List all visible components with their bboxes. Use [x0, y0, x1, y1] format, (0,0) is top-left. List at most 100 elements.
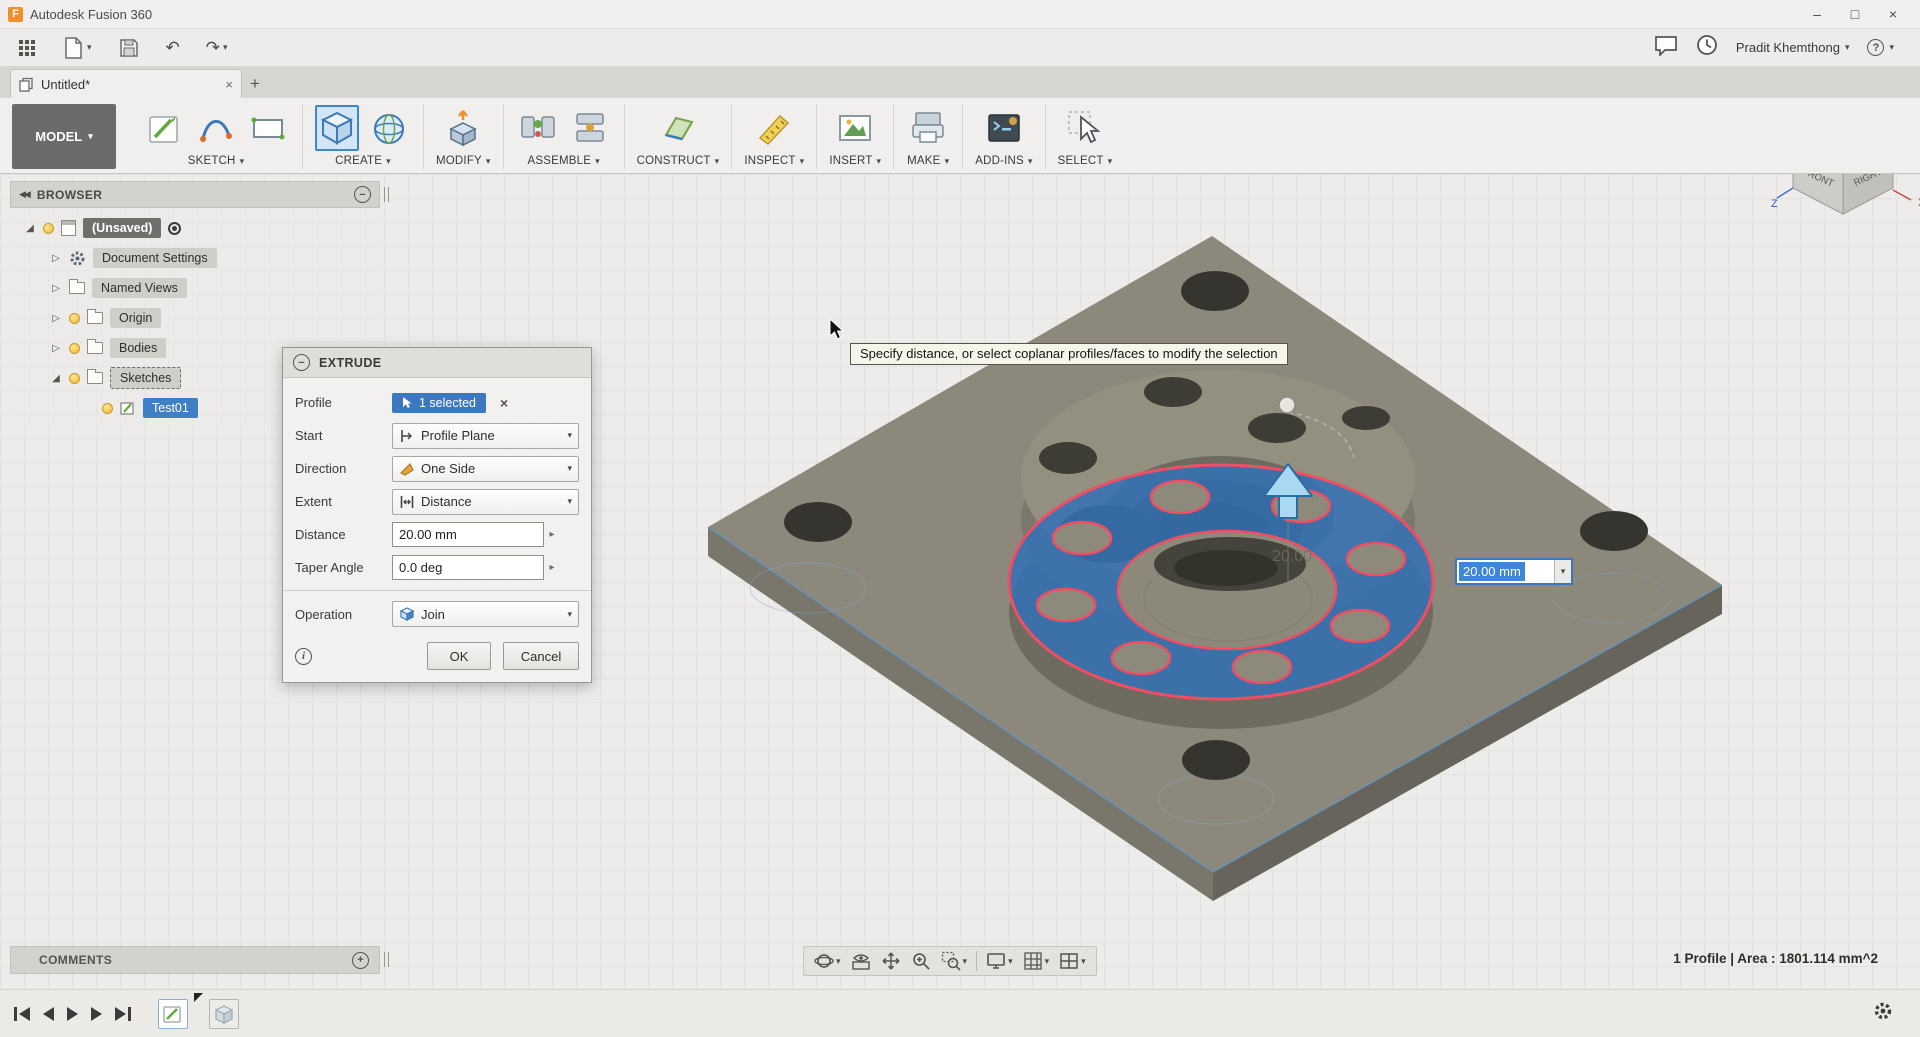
- clear-selection-icon[interactable]: ×: [500, 395, 508, 411]
- tree-label-sketches[interactable]: Sketches: [110, 367, 181, 389]
- insert-canvas-button[interactable]: [833, 105, 877, 151]
- tree-label-bodies[interactable]: Bodies: [110, 338, 166, 358]
- create-menu[interactable]: CREATE▾: [335, 155, 391, 169]
- addins-menu[interactable]: ADD-INS▾: [975, 155, 1032, 169]
- cancel-button[interactable]: Cancel: [503, 642, 579, 670]
- visibility-bulb-icon[interactable]: [69, 343, 80, 354]
- comments-button[interactable]: [1654, 34, 1678, 61]
- go-to-start-button[interactable]: [14, 1007, 30, 1021]
- inspect-menu[interactable]: INSPECT▾: [744, 155, 804, 169]
- orbit-button[interactable]: ▾: [809, 947, 846, 975]
- minimize-button[interactable]: –: [1798, 0, 1836, 28]
- undo-button[interactable]: ↶: [160, 34, 186, 62]
- look-at-button[interactable]: [846, 947, 876, 975]
- timeline-playhead[interactable]: [194, 993, 203, 1002]
- taper-spinner-icon[interactable]: ▸: [544, 562, 560, 573]
- direction-select[interactable]: One Side ▾: [392, 456, 579, 482]
- distance-spinner-icon[interactable]: ▸: [544, 529, 560, 540]
- collapse-panel-icon[interactable]: ◀◀: [19, 189, 29, 200]
- collapse-all-icon[interactable]: −: [354, 186, 371, 203]
- activate-component-icon[interactable]: [168, 222, 181, 235]
- tree-row-named-views[interactable]: ▷ Named Views: [10, 273, 380, 303]
- workspace-selector[interactable]: MODEL▾: [12, 104, 116, 169]
- tree-label-origin[interactable]: Origin: [110, 308, 161, 328]
- tree-label-root[interactable]: (Unsaved): [83, 218, 161, 238]
- insert-menu[interactable]: INSERT▾: [829, 155, 881, 169]
- step-forward-button[interactable]: [91, 1007, 102, 1021]
- visibility-bulb-icon[interactable]: [69, 313, 80, 324]
- browser-header[interactable]: ◀◀ BROWSER −: [10, 181, 380, 208]
- comments-panel[interactable]: COMMENTS +: [10, 946, 380, 974]
- operation-select[interactable]: Join ▾: [392, 601, 579, 627]
- zoom-window-button[interactable]: ▾: [936, 947, 973, 975]
- tree-label-test01[interactable]: Test01: [143, 398, 198, 418]
- joint-button[interactable]: [568, 105, 612, 151]
- step-back-button[interactable]: [43, 1007, 54, 1021]
- tree-label-document-settings[interactable]: Document Settings: [93, 248, 217, 268]
- zoom-button[interactable]: [906, 947, 936, 975]
- display-settings-button[interactable]: ▾: [981, 947, 1018, 975]
- extent-select[interactable]: Distance ▾: [392, 489, 579, 515]
- info-icon[interactable]: i: [295, 648, 312, 665]
- make-button[interactable]: [906, 105, 950, 151]
- visibility-bulb-icon[interactable]: [69, 373, 80, 384]
- browser-resize-grip[interactable]: [384, 187, 389, 202]
- tree-row-document-settings[interactable]: ▷ Document Settings: [10, 243, 380, 273]
- ok-button[interactable]: OK: [427, 642, 491, 670]
- collapsed-triangle-icon[interactable]: ▷: [50, 253, 62, 264]
- sketch-rectangle-button[interactable]: [246, 105, 290, 151]
- tab-untitled[interactable]: Untitled* ×: [10, 69, 242, 98]
- close-button[interactable]: ×: [1874, 0, 1912, 28]
- maximize-button[interactable]: □: [1836, 0, 1874, 28]
- grid-snap-button[interactable]: ▾: [1018, 947, 1055, 975]
- distance-input[interactable]: 20.00 mm: [392, 522, 544, 547]
- viewports-button[interactable]: ▾: [1054, 947, 1091, 975]
- profile-selection-chip[interactable]: 1 selected: [392, 393, 486, 413]
- taper-input[interactable]: 0.0 deg: [392, 555, 544, 580]
- scripts-addins-button[interactable]: [982, 105, 1026, 151]
- press-pull-button[interactable]: [441, 105, 485, 151]
- construct-menu[interactable]: CONSTRUCT▾: [637, 155, 720, 169]
- modify-menu[interactable]: MODIFY▾: [436, 155, 491, 169]
- collapsed-triangle-icon[interactable]: ▷: [50, 313, 62, 324]
- tree-label-named-views[interactable]: Named Views: [92, 278, 187, 298]
- assemble-menu[interactable]: ASSEMBLE▾: [527, 155, 599, 169]
- tree-row-root[interactable]: ◢ (Unsaved): [10, 213, 380, 243]
- save-button[interactable]: [112, 33, 146, 63]
- select-button[interactable]: [1063, 105, 1107, 151]
- selected-profile-face[interactable]: [1009, 465, 1433, 699]
- play-button[interactable]: [67, 1007, 78, 1021]
- file-menu-button[interactable]: ▾: [56, 32, 98, 64]
- comments-resize-grip[interactable]: [384, 952, 389, 967]
- redo-button[interactable]: ↷▾: [200, 34, 234, 62]
- start-select[interactable]: Profile Plane ▾: [392, 423, 579, 449]
- help-menu[interactable]: ? ▾: [1867, 39, 1894, 56]
- construct-plane-button[interactable]: [656, 105, 700, 151]
- distance-dropdown-button[interactable]: ▾: [1554, 560, 1571, 583]
- collapse-dialog-icon[interactable]: −: [293, 354, 310, 371]
- visibility-bulb-icon[interactable]: [43, 223, 54, 234]
- user-account-menu[interactable]: Pradit Khemthong ▾: [1736, 40, 1850, 55]
- expand-comments-icon[interactable]: +: [352, 952, 369, 969]
- create-sketch-button[interactable]: [142, 105, 186, 151]
- expand-triangle-icon[interactable]: ◢: [24, 223, 36, 234]
- notifications-button[interactable]: [1696, 34, 1718, 61]
- measure-button[interactable]: [752, 105, 796, 151]
- go-to-end-button[interactable]: [115, 1007, 131, 1021]
- app-grid-button[interactable]: [12, 35, 42, 61]
- select-menu[interactable]: SELECT▾: [1058, 155, 1113, 169]
- extrude-dialog-header[interactable]: − EXTRUDE: [283, 348, 591, 378]
- create-box-button[interactable]: [315, 105, 359, 151]
- create-sphere-button[interactable]: [367, 105, 411, 151]
- distance-floating-input[interactable]: 20.00 mm ▾: [1455, 558, 1573, 585]
- taper-handle[interactable]: [1279, 397, 1295, 413]
- new-tab-button[interactable]: +: [242, 69, 268, 98]
- pan-button[interactable]: [876, 947, 906, 975]
- timeline-settings-button[interactable]: [1872, 1000, 1894, 1027]
- make-menu[interactable]: MAKE▾: [907, 155, 949, 169]
- new-component-button[interactable]: [516, 105, 560, 151]
- tab-close-icon[interactable]: ×: [225, 77, 233, 92]
- collapsed-triangle-icon[interactable]: ▷: [50, 343, 62, 354]
- expand-triangle-icon[interactable]: ◢: [50, 373, 62, 384]
- visibility-bulb-icon[interactable]: [102, 403, 113, 414]
